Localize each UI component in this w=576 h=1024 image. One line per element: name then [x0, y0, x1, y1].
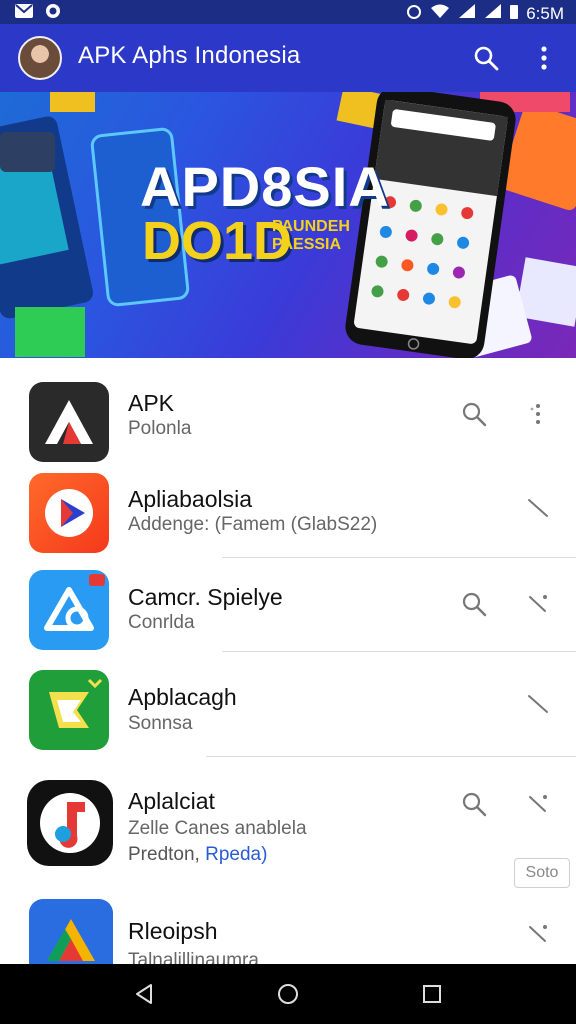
back-button[interactable] — [128, 978, 160, 1010]
alarm-icon — [406, 2, 422, 25]
navigation-bar — [0, 964, 576, 1024]
app-subtitle-2: Predton, Rpeda) — [128, 844, 267, 866]
more-vert-icon — [530, 404, 540, 424]
app-subtitle: Talnalillinaumra — [128, 950, 259, 964]
app-title: Aplalciat — [128, 788, 215, 814]
battery-icon — [510, 3, 519, 24]
search-button[interactable] — [458, 788, 490, 820]
apblacagh-app-icon — [29, 670, 109, 750]
app-subtitle: Zelle Canes anablela — [128, 818, 307, 839]
save-chip[interactable]: Soto — [514, 858, 570, 888]
gmail-icon — [14, 3, 34, 24]
app-title: APK — [128, 390, 175, 416]
app-subtitle: Sonnsa — [128, 713, 193, 734]
diagonal-arrow-icon — [528, 499, 548, 517]
app-title: APK Aphs Indonesia — [78, 42, 301, 69]
app-subtitle: Addenge: (Famem (GlabS22) — [128, 514, 378, 535]
home-button[interactable] — [272, 978, 304, 1010]
diagonal-arrow-icon — [529, 925, 547, 942]
more-button[interactable] — [522, 398, 554, 430]
app-title: Rleoipsh — [128, 918, 218, 944]
app-bar: APK Aphs Indonesia — [0, 24, 576, 92]
publisher-text: Predton, — [128, 844, 200, 865]
expand-button[interactable] — [522, 688, 554, 720]
clock-text: 6:5M — [526, 3, 564, 23]
divider — [206, 756, 576, 757]
search-icon — [462, 792, 487, 817]
banner-tagline: PAUNDEH PAESSIA — [272, 218, 350, 253]
sync-icon — [44, 2, 62, 25]
apliabaolsia-app-icon — [29, 473, 109, 553]
app-subtitle: Polonla — [128, 418, 192, 439]
search-icon — [462, 402, 487, 427]
expand-button[interactable] — [522, 788, 554, 820]
signal-icon-2 — [484, 3, 502, 24]
expand-button[interactable] — [522, 492, 554, 524]
expand-button[interactable] — [522, 588, 554, 620]
avatar[interactable] — [18, 36, 62, 80]
app-title: Camcr. Spielye — [128, 584, 283, 610]
diagonal-arrow-icon — [529, 795, 547, 812]
aplalciat-app-icon — [27, 780, 113, 866]
publisher-link[interactable]: Rpeda) — [205, 844, 267, 865]
app-title: Apblacagh — [128, 684, 237, 710]
more-vert-icon — [541, 46, 547, 70]
camcr-app-icon — [29, 570, 109, 650]
recents-button[interactable] — [416, 978, 448, 1010]
divider — [222, 651, 576, 652]
rleoipsh-app-icon — [29, 899, 113, 964]
banner-subheadline: DO1D — [142, 211, 293, 271]
back-icon — [136, 984, 152, 1004]
search-button[interactable] — [458, 588, 490, 620]
search-button[interactable] — [458, 398, 490, 430]
recents-icon — [423, 985, 441, 1003]
wifi-icon — [430, 3, 450, 24]
app-subtitle: Conrlda — [128, 612, 195, 633]
divider — [222, 557, 576, 558]
search-icon — [462, 592, 487, 617]
diagonal-arrow-icon — [528, 695, 548, 713]
apk-app-icon — [29, 382, 109, 462]
diagonal-arrow-icon — [529, 595, 547, 612]
status-bar: 6:5M — [0, 0, 576, 24]
home-icon — [278, 984, 298, 1004]
search-button[interactable] — [470, 42, 502, 74]
app-title: Apliabaolsia — [128, 486, 253, 512]
promo-banner[interactable]: APD8SIA DO1D PAUNDEH PAESSIA — [0, 92, 576, 358]
overflow-menu-button[interactable] — [528, 42, 560, 74]
app-list: APK Polonla Apliabaolsia Addenge: (Famem… — [0, 358, 576, 964]
expand-button[interactable] — [522, 918, 554, 950]
signal-icon — [458, 3, 476, 24]
search-icon — [474, 46, 499, 71]
